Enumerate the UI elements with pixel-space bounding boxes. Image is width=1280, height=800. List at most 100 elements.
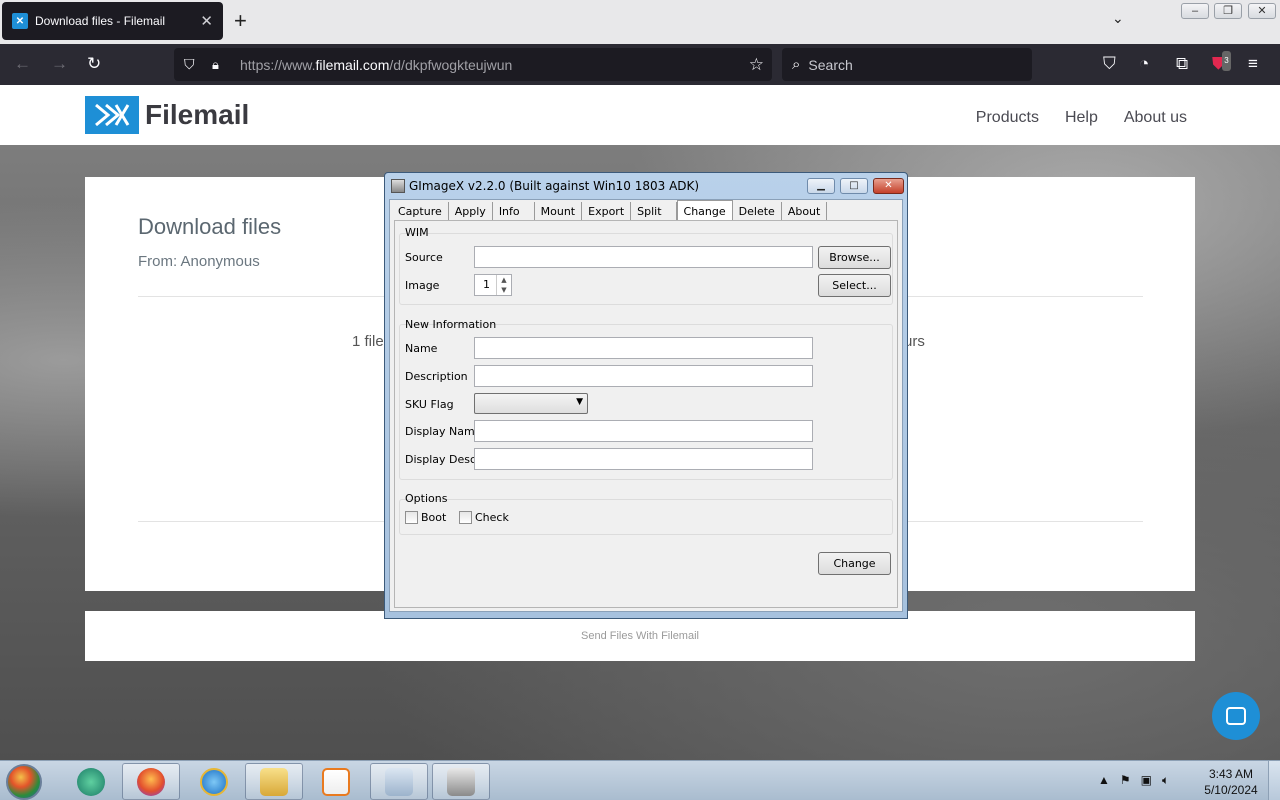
list-all-tabs-icon[interactable]: ⌄ — [1112, 10, 1124, 27]
taskbar-firefox[interactable] — [122, 763, 180, 800]
checkbox-box[interactable] — [459, 511, 472, 524]
search-icon: ⌕ — [792, 56, 801, 73]
network-icon[interactable]: ▣ — [1141, 773, 1152, 788]
reload-icon[interactable]: ↻ — [87, 54, 101, 74]
taskbar-gimagex[interactable] — [432, 763, 490, 800]
taskbar-internet-explorer[interactable] — [185, 763, 243, 800]
source-label: Source — [405, 251, 443, 264]
nav-help[interactable]: Help — [1065, 109, 1098, 127]
taskbar-clock[interactable]: 3:43 AM 5/10/2024 — [1198, 766, 1264, 798]
check-label: Check — [475, 511, 509, 524]
nav-about-us[interactable]: About us — [1124, 109, 1187, 127]
volume-muted-icon[interactable]: 🔈︎ — [1162, 773, 1169, 788]
gimagex-window: GImageX v2.2.0 (Built against Win10 1803… — [384, 172, 908, 619]
tab-info[interactable]: Info — [493, 202, 535, 222]
tab-delete[interactable]: Delete — [733, 202, 782, 222]
lock-icon[interactable]: 🔒︎ — [212, 57, 230, 73]
site-header: Filemail Products Help About us — [0, 85, 1280, 145]
display-name-field[interactable] — [474, 420, 813, 442]
window-close-button[interactable]: ✕ — [1248, 3, 1276, 19]
filemail-favicon-icon: ✕ — [12, 13, 28, 29]
dialog-maximize-button[interactable]: □ — [840, 178, 868, 194]
taskbar-file-explorer[interactable] — [245, 763, 303, 800]
browser-nav-bar: ← → ↻ ⛉ 🔒︎ https://www.filemail.com/d/dk… — [0, 44, 1280, 85]
taskbar-media-player[interactable] — [307, 763, 365, 800]
name-field[interactable] — [474, 337, 813, 359]
boot-label: Boot — [421, 511, 447, 524]
folder-icon — [260, 767, 288, 796]
tracking-protection-icon[interactable]: ⛉ — [184, 56, 202, 73]
description-field[interactable] — [474, 365, 813, 387]
dialog-tabs: Capture Apply Info Mount Export Split Ch… — [392, 200, 828, 222]
control-panel-icon — [385, 767, 413, 796]
image-index-stepper[interactable]: 1 ▲ ▼ — [474, 274, 512, 296]
source-field[interactable] — [474, 246, 813, 268]
display-desc-field[interactable] — [474, 448, 813, 470]
search-bar[interactable]: ⌕ Search — [782, 48, 1032, 81]
tab-change[interactable]: Change — [676, 200, 733, 222]
check-checkbox[interactable]: Check — [459, 511, 509, 524]
footer-link[interactable]: Send Files With Filemail — [581, 630, 699, 642]
dialog-minimize-button[interactable]: ▁ — [807, 178, 835, 194]
url-text[interactable]: https://www.filemail.com/d/dkpfwogkteujw… — [240, 57, 749, 73]
extensions-icon[interactable]: ⧉ — [1176, 54, 1188, 74]
spin-arrows-icon[interactable]: ▲ ▼ — [496, 275, 511, 295]
name-label: Name — [405, 342, 438, 355]
search-placeholder: Search — [808, 56, 853, 73]
sku-flag-dropdown[interactable]: ▼ — [474, 393, 588, 414]
tab-apply[interactable]: Apply — [449, 202, 493, 222]
tab-about[interactable]: About — [782, 202, 828, 222]
taskbar: ▲ ⚑ ▣ 🔈︎ 3:43 AM 5/10/2024 — [0, 760, 1280, 800]
nav-products[interactable]: Products — [976, 109, 1039, 127]
action-center-flag-icon[interactable]: ⚑ — [1120, 773, 1131, 788]
new-tab-button[interactable]: + — [234, 8, 247, 34]
chat-icon[interactable] — [1212, 692, 1260, 740]
show-desktop-button[interactable] — [1268, 761, 1280, 800]
gimagex-icon — [447, 767, 475, 796]
tab-download-files[interactable]: ✕ Download files - Filemail ✕ — [2, 2, 223, 40]
app-menu-icon[interactable]: ≡ — [1248, 54, 1258, 74]
browser-tab-bar: ✕ Download files - Filemail ✕ + ⌄ – ❐ ✕ — [0, 0, 1280, 44]
dialog-close-button[interactable]: ✕ — [873, 178, 904, 194]
display-name-label: Display Name — [405, 425, 482, 438]
browse-button[interactable]: Browse... — [818, 246, 891, 269]
options-label: Options — [405, 492, 448, 505]
chevron-down-icon: ▼ — [576, 397, 583, 407]
tab-title: Download files - Filemail — [35, 14, 166, 28]
filemail-logo-icon — [85, 96, 139, 134]
start-button[interactable] — [6, 764, 42, 800]
change-button[interactable]: Change — [818, 552, 891, 575]
change-tab-panel: WIM Source Browse... Image 1 ▲ ▼ Select..… — [394, 220, 898, 608]
forward-icon[interactable]: → — [51, 54, 68, 74]
address-bar[interactable]: ⛉ 🔒︎ https://www.filemail.com/d/dkpfwogk… — [174, 48, 772, 81]
filemail-logo[interactable]: Filemail — [85, 96, 249, 134]
page-title: Download files — [138, 214, 282, 239]
window-restore-button[interactable]: ❐ — [1214, 3, 1242, 19]
checkbox-box[interactable] — [405, 511, 418, 524]
image-index-value: 1 — [483, 278, 490, 291]
tab-split[interactable]: Split — [631, 202, 677, 222]
tab-close-icon[interactable]: ✕ — [200, 12, 213, 30]
tab-mount[interactable]: Mount — [535, 202, 583, 222]
edge-browser-icon — [77, 767, 105, 796]
logo-text: Filemail — [145, 99, 250, 130]
new-information-label: New Information — [405, 318, 497, 331]
pocket-icon[interactable]: ⛉ — [1103, 54, 1116, 74]
internet-explorer-icon — [200, 767, 228, 796]
back-icon[interactable]: ← — [14, 54, 31, 74]
taskbar-control-panel[interactable] — [370, 763, 428, 800]
account-icon[interactable]: ◔ — [1139, 54, 1149, 74]
ublock-extension-icon[interactable]: ⛊ 3 — [1212, 51, 1231, 74]
system-tray: ▲ ⚑ ▣ 🔈︎ — [1098, 773, 1169, 788]
display-desc-label: Display Desc. — [405, 453, 480, 466]
show-hidden-icons-icon[interactable]: ▲ — [1098, 773, 1110, 788]
bookmark-star-icon[interactable]: ☆ — [749, 55, 764, 75]
boot-checkbox[interactable]: Boot — [405, 511, 446, 524]
taskbar-edge-browser[interactable] — [62, 763, 120, 800]
window-minimize-button[interactable]: – — [1181, 3, 1209, 19]
tab-capture[interactable]: Capture — [392, 202, 449, 222]
select-button[interactable]: Select... — [818, 274, 891, 297]
image-label: Image — [405, 279, 440, 292]
dialog-title: GImageX v2.2.0 (Built against Win10 1803… — [409, 179, 700, 193]
tab-export[interactable]: Export — [582, 202, 632, 222]
